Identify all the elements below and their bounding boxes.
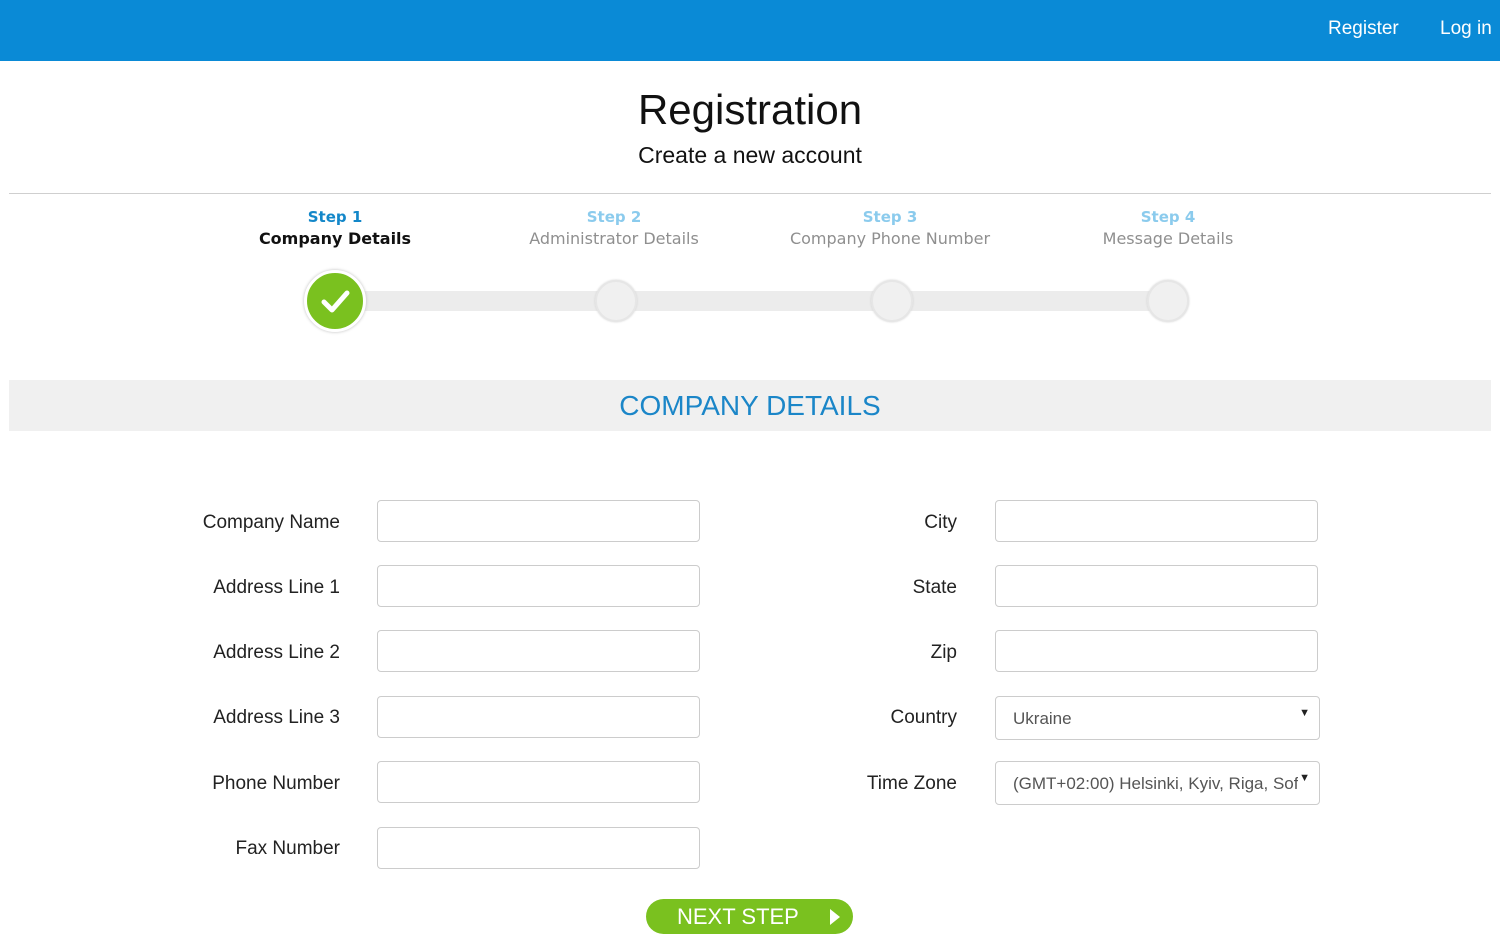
step-2-node — [595, 280, 637, 322]
progress-track — [335, 291, 1170, 311]
company-name-input[interactable] — [377, 500, 700, 542]
step-1-number: Step 1 — [307, 208, 363, 226]
caret-down-icon: ▼ — [1299, 772, 1310, 784]
section-title: COMPANY DETAILS — [619, 390, 881, 421]
zip-input[interactable] — [995, 630, 1318, 672]
country-select[interactable]: Ukraine ▼ — [995, 696, 1320, 740]
page-title: Registration — [637, 86, 863, 133]
step-4-number: Step 4 — [1140, 208, 1196, 226]
step-3-header: Step 3 Company Phone Number — [750, 208, 1030, 248]
zip-label: Zip — [930, 642, 957, 663]
step-4-name: Message Details — [1102, 229, 1234, 248]
step-3-node — [871, 280, 913, 322]
step-3-name: Company Phone Number — [789, 229, 991, 248]
check-icon — [321, 290, 350, 313]
address-line-2-label: Address Line 2 — [213, 642, 340, 663]
country-select-value: Ukraine — [1013, 709, 1072, 728]
time-zone-label: Time Zone — [866, 773, 957, 794]
step-1-node — [304, 270, 366, 332]
address-line-1-label: Address Line 1 — [213, 577, 340, 598]
state-input[interactable] — [995, 565, 1318, 607]
header-divider — [9, 193, 1491, 194]
section-header: COMPANY DETAILS — [9, 380, 1491, 431]
address-line-3-label: Address Line 3 — [213, 707, 340, 728]
step-4-header: Step 4 Message Details — [1028, 208, 1308, 248]
top-nav-bar: Register Log in — [0, 0, 1500, 61]
register-link[interactable]: Register — [1328, 18, 1399, 40]
phone-number-label: Phone Number — [212, 773, 340, 794]
step-2-header: Step 2 Administrator Details — [474, 208, 754, 248]
fax-number-input[interactable] — [377, 827, 700, 869]
company-name-label: Company Name — [202, 512, 340, 533]
page-subtitle: Create a new account — [638, 142, 862, 168]
next-step-label: NEXT STEP — [677, 904, 799, 929]
city-input[interactable] — [995, 500, 1318, 542]
phone-number-input[interactable] — [377, 761, 700, 803]
time-zone-select[interactable]: (GMT+02:00) Helsinki, Kyiv, Riga, Sofia,… — [995, 761, 1320, 805]
step-2-number: Step 2 — [586, 208, 642, 226]
fax-number-label: Fax Number — [235, 838, 340, 859]
time-zone-select-value: (GMT+02:00) Helsinki, Kyiv, Riga, Sofia,… — [1013, 774, 1298, 793]
caret-right-icon — [830, 909, 840, 925]
address-line-2-input[interactable] — [377, 630, 700, 672]
city-label: City — [924, 512, 957, 533]
state-label: State — [912, 577, 957, 598]
next-step-button[interactable]: NEXT STEP — [646, 899, 853, 934]
step-1-header: Step 1 Company Details — [195, 208, 475, 248]
step-3-number: Step 3 — [862, 208, 918, 226]
step-4-node — [1147, 280, 1189, 322]
caret-down-icon: ▼ — [1299, 707, 1310, 719]
address-line-3-input[interactable] — [377, 696, 700, 738]
address-line-1-input[interactable] — [377, 565, 700, 607]
step-1-name: Company Details — [258, 229, 412, 248]
country-label: Country — [890, 707, 957, 728]
login-link[interactable]: Log in — [1440, 18, 1492, 40]
step-2-name: Administrator Details — [529, 229, 699, 248]
